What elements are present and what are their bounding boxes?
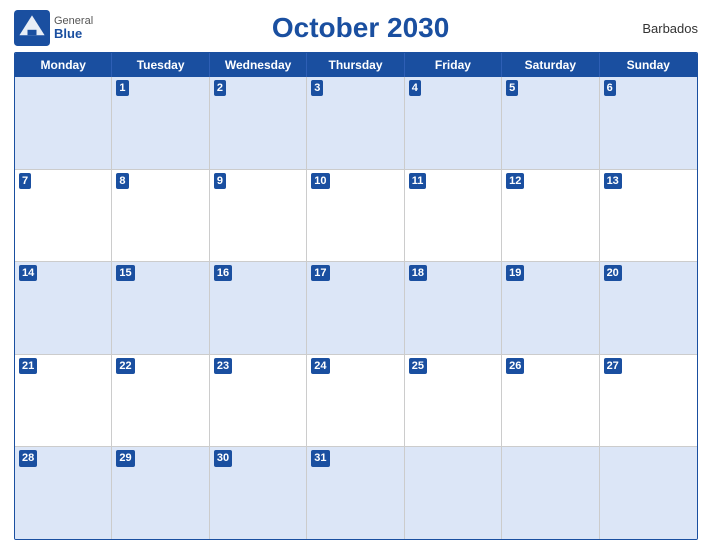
- date-number: 16: [214, 265, 232, 281]
- logo-text: General Blue: [54, 15, 93, 41]
- calendar-cell: [405, 447, 502, 539]
- calendar-cell: 30: [210, 447, 307, 539]
- calendar-page: General Blue October 2030 Barbados Monda…: [0, 0, 712, 550]
- day-name-saturday: Saturday: [502, 53, 599, 77]
- date-number: 1: [116, 80, 128, 96]
- calendar-cell: 21: [15, 355, 112, 447]
- date-number: 17: [311, 265, 329, 281]
- date-number: 9: [214, 173, 226, 189]
- calendar-cell: 16: [210, 262, 307, 354]
- calendar-cell: 28: [15, 447, 112, 539]
- calendar-cell: 17: [307, 262, 404, 354]
- date-number: 28: [19, 450, 37, 466]
- calendar-body: 1234567891011121314151617181920212223242…: [15, 77, 697, 539]
- date-number: 10: [311, 173, 329, 189]
- calendar-cell: 8: [112, 170, 209, 262]
- day-name-thursday: Thursday: [307, 53, 404, 77]
- calendar-cell: 4: [405, 77, 502, 169]
- calendar-cell: 11: [405, 170, 502, 262]
- calendar-cell: 15: [112, 262, 209, 354]
- calendar-cell: 5: [502, 77, 599, 169]
- general-blue-logo-icon: [14, 10, 50, 46]
- date-number: 15: [116, 265, 134, 281]
- date-number: 23: [214, 358, 232, 374]
- calendar-cell: 25: [405, 355, 502, 447]
- logo: General Blue: [14, 10, 93, 46]
- calendar-cell: 2: [210, 77, 307, 169]
- calendar-header: General Blue October 2030 Barbados: [14, 10, 698, 46]
- date-number: 29: [116, 450, 134, 466]
- date-number: 5: [506, 80, 518, 96]
- date-number: 18: [409, 265, 427, 281]
- calendar-cell: 6: [600, 77, 697, 169]
- calendar-cell: 19: [502, 262, 599, 354]
- day-name-tuesday: Tuesday: [112, 53, 209, 77]
- calendar-cell: 18: [405, 262, 502, 354]
- calendar-week-3: 14 15 16 17 18 19 20: [15, 262, 697, 355]
- calendar-cell: 22: [112, 355, 209, 447]
- calendar-cell: 10: [307, 170, 404, 262]
- date-number: 27: [604, 358, 622, 374]
- date-number: 24: [311, 358, 329, 374]
- calendar-cell: [15, 77, 112, 169]
- date-number: 25: [409, 358, 427, 374]
- calendar-cell: 12: [502, 170, 599, 262]
- calendar-cell: 13: [600, 170, 697, 262]
- day-name-monday: Monday: [15, 53, 112, 77]
- date-number: 4: [409, 80, 421, 96]
- date-number: 6: [604, 80, 616, 96]
- calendar-cell: 24: [307, 355, 404, 447]
- logo-blue-label: Blue: [54, 27, 93, 41]
- date-number: 21: [19, 358, 37, 374]
- date-number: 20: [604, 265, 622, 281]
- date-number: 12: [506, 173, 524, 189]
- date-number: 13: [604, 173, 622, 189]
- calendar-week-5: 28 29 30 31: [15, 447, 697, 539]
- date-number: 3: [311, 80, 323, 96]
- month-title: October 2030: [93, 12, 628, 44]
- calendar-cell: 26: [502, 355, 599, 447]
- calendar-cell: 27: [600, 355, 697, 447]
- date-number: 2: [214, 80, 226, 96]
- calendar-grid: MondayTuesdayWednesdayThursdayFridaySatu…: [14, 52, 698, 540]
- date-number: 30: [214, 450, 232, 466]
- day-name-sunday: Sunday: [600, 53, 697, 77]
- date-number: 11: [409, 173, 427, 189]
- date-number: 31: [311, 450, 329, 466]
- calendar-cell: 23: [210, 355, 307, 447]
- date-number: 14: [19, 265, 37, 281]
- calendar-cell: 29: [112, 447, 209, 539]
- day-name-wednesday: Wednesday: [210, 53, 307, 77]
- date-number: 22: [116, 358, 134, 374]
- calendar-cell: 7: [15, 170, 112, 262]
- calendar-cell: [600, 447, 697, 539]
- calendar-cell: 31: [307, 447, 404, 539]
- calendar-cell: 9: [210, 170, 307, 262]
- date-number: 7: [19, 173, 31, 189]
- calendar-cell: 20: [600, 262, 697, 354]
- date-number: 26: [506, 358, 524, 374]
- calendar-week-2: 7 8 9 10 11 12 13: [15, 170, 697, 263]
- date-number: 19: [506, 265, 524, 281]
- day-name-friday: Friday: [405, 53, 502, 77]
- calendar-days-header: MondayTuesdayWednesdayThursdayFridaySatu…: [15, 53, 697, 77]
- calendar-cell: [502, 447, 599, 539]
- calendar-week-1: 1 2 3 4 5 6: [15, 77, 697, 170]
- date-number: 8: [116, 173, 128, 189]
- calendar-cell: 3: [307, 77, 404, 169]
- calendar-cell: 14: [15, 262, 112, 354]
- country-label: Barbados: [628, 21, 698, 36]
- calendar-week-4: 21 22 23 24 25 26 27: [15, 355, 697, 448]
- calendar-cell: 1: [112, 77, 209, 169]
